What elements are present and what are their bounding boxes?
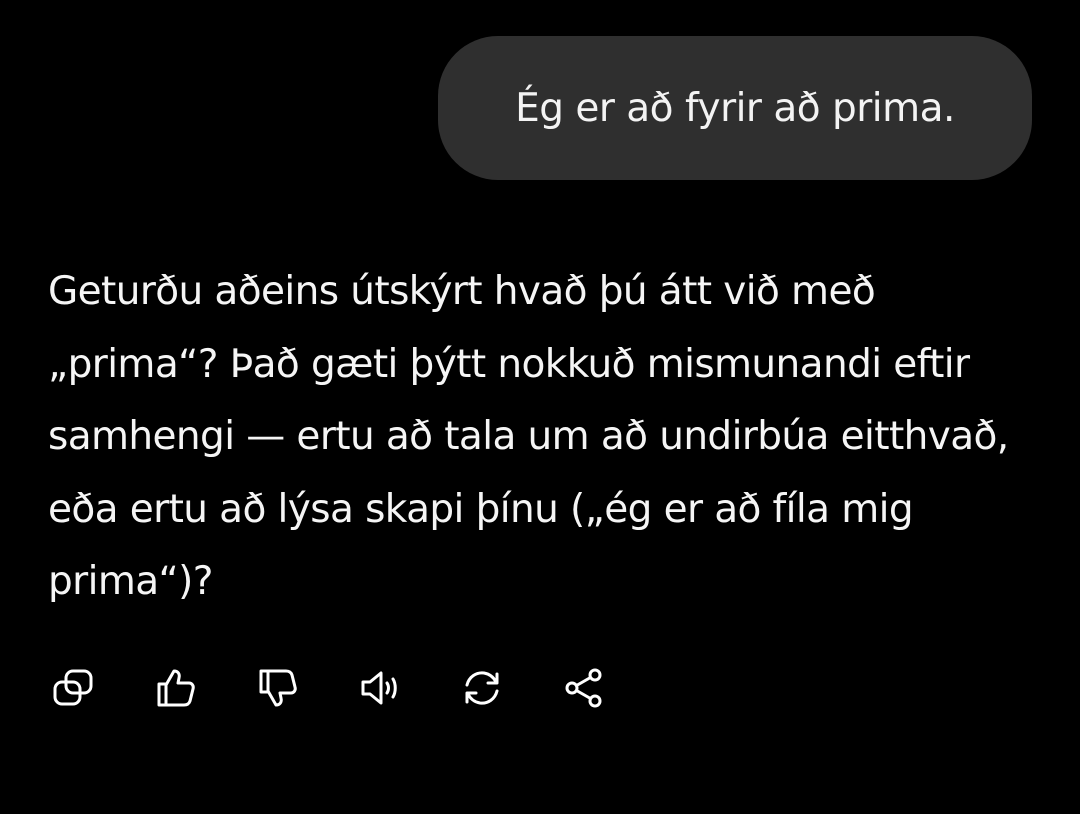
read-aloud-button[interactable] (354, 662, 406, 714)
thumbs-down-icon (259, 669, 297, 707)
thumbs-down-button[interactable] (252, 662, 304, 714)
regenerate-button[interactable] (456, 662, 508, 714)
share-icon (565, 668, 602, 708)
speaker-icon (361, 671, 397, 705)
copy-button[interactable] (48, 662, 100, 714)
share-button[interactable] (558, 662, 610, 714)
copy-icon (53, 669, 93, 706)
regenerate-icon (465, 671, 499, 705)
thumbs-up-button[interactable] (150, 662, 202, 714)
user-message-text: Ég er að fyrir að prima. (515, 85, 955, 131)
message-actions-bar (48, 662, 660, 714)
assistant-reply-text: Geturðu aðeins útskýrt hvað þú átt við m… (48, 269, 1009, 604)
thumbs-up-icon (157, 669, 195, 707)
user-message-bubble: Ég er að fyrir að prima. (438, 36, 1032, 180)
